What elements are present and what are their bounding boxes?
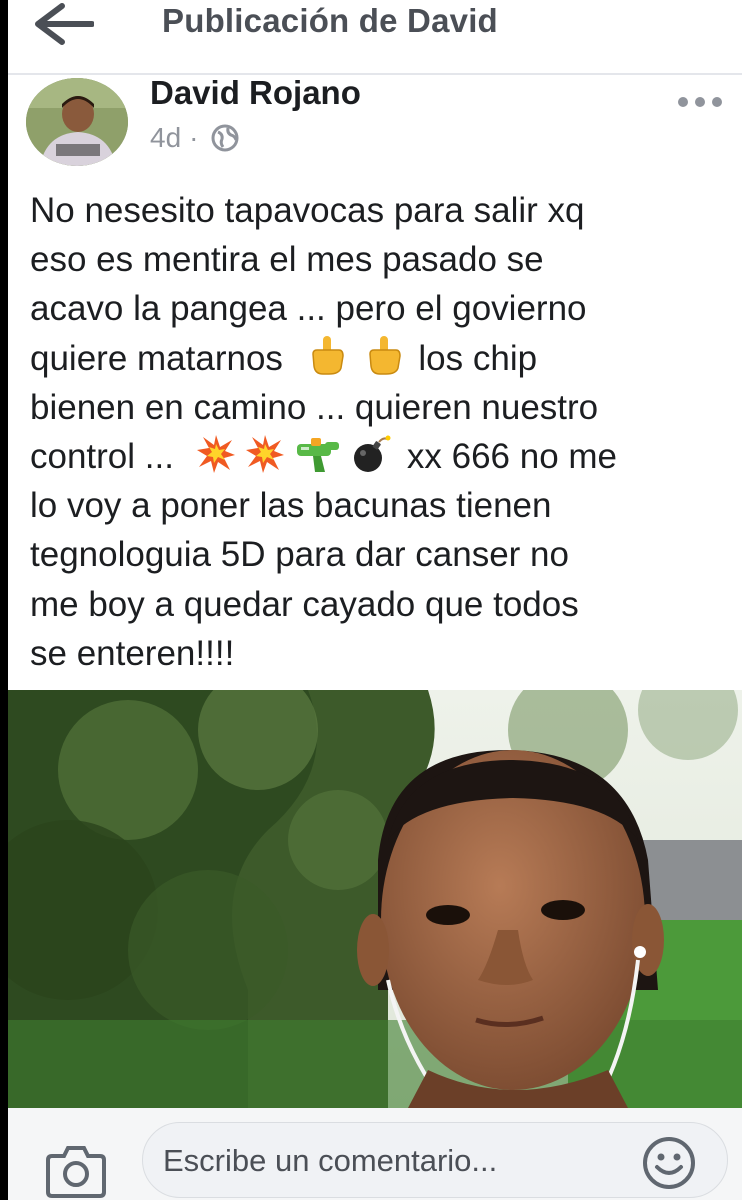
page-title: Publicación de David	[162, 2, 498, 39]
comment-input[interactable]: Escribe un comentario...	[142, 1122, 728, 1198]
post-text-line: me boy a quedar cayado que todos	[30, 580, 730, 629]
bomb-icon	[353, 435, 391, 472]
header-divider	[8, 73, 742, 75]
author-name[interactable]: David Rojano	[150, 74, 361, 112]
text-span: me boy a quedar cayado que todos	[30, 584, 579, 624]
water-gun-icon	[297, 437, 340, 472]
post-text-line: quiere matarnos los chip	[30, 334, 730, 383]
avatar-photo	[26, 78, 128, 166]
post-text-line: eso es mentira el mes pasado se	[30, 235, 730, 284]
explosion-icon	[246, 434, 285, 473]
text-span: lo voy a poner las bacunas tienen	[30, 486, 552, 526]
camera-icon	[46, 1146, 106, 1198]
back-button[interactable]	[34, 2, 95, 46]
post-text-line: lo voy a poner las bacunas tienen	[30, 481, 730, 530]
meta-separator: ·	[189, 122, 199, 153]
camera-button[interactable]	[46, 1140, 106, 1200]
post-text-line: se enteren!!!!	[30, 629, 730, 678]
text-span: los chip	[418, 338, 538, 378]
text-span: tegnologuia 5D para dar canser no	[30, 535, 569, 575]
post-text-line: bienen en camino ... quieren nuestro	[30, 383, 730, 432]
middle-finger-icon	[369, 335, 402, 375]
text-span: acavo la pangea ... pero el govierno	[30, 289, 587, 329]
more-options-button[interactable]	[676, 92, 724, 112]
post-photo[interactable]	[8, 690, 742, 1108]
post-time[interactable]: 4d	[150, 122, 181, 154]
globe-icon	[211, 124, 239, 152]
post-text-line: acavo la pangea ... pero el govierno	[30, 284, 730, 333]
post-meta: 4d ·	[150, 122, 240, 154]
post-text-line: tegnologuia 5D para dar canser no	[30, 530, 730, 579]
comment-bar: Escribe un comentario...	[8, 1108, 742, 1200]
text-span: bienen en camino ... quieren nuestro	[30, 387, 599, 427]
text-span: xx 666 no me	[406, 436, 618, 476]
explosion-icon	[196, 434, 235, 473]
text-span: quiere matarnos	[30, 338, 283, 378]
app-header: Publicación de David	[8, 0, 742, 70]
post-text-line: control ... xx 666 no me	[30, 432, 730, 481]
avatar[interactable]	[26, 78, 128, 166]
more-dots-icon	[678, 97, 722, 107]
text-span: se enteren!!!!	[30, 633, 235, 673]
post-page: Publicación de David David Rojano 4d · N…	[8, 0, 742, 1200]
text-span: eso es mentira el mes pasado se	[30, 240, 544, 280]
smiley-icon	[643, 1137, 695, 1189]
post-text-line: No nesesito tapavocas para salir xq	[30, 186, 730, 235]
emoji-button[interactable]	[639, 1133, 699, 1193]
arrow-left-icon	[35, 3, 95, 45]
selfie-image	[8, 690, 742, 1108]
middle-finger-icon	[311, 335, 344, 375]
text-span: No nesesito tapavocas para salir xq	[30, 191, 585, 230]
text-span: control ...	[30, 436, 174, 476]
post-text: No nesesito tapavocas para salir xq eso …	[30, 186, 730, 678]
comment-placeholder: Escribe un comentario...	[163, 1143, 498, 1178]
